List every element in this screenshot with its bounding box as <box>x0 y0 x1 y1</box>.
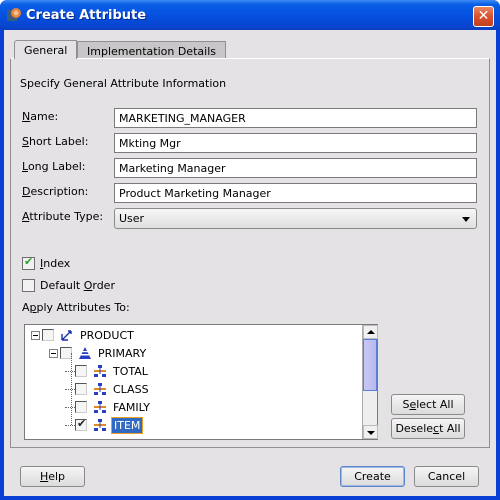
name-input[interactable]: MARKETING_MANAGER <box>114 108 477 128</box>
tree-node-class[interactable]: CLASS <box>65 381 151 397</box>
node-label: TOTAL <box>113 364 148 378</box>
tree-node-product[interactable]: PRODUCT <box>31 327 136 343</box>
scroll-up-button[interactable] <box>363 325 378 339</box>
cancel-button[interactable]: Cancel <box>414 466 479 487</box>
node-label: FAMILY <box>113 400 150 414</box>
tree-node-family[interactable]: FAMILY <box>65 399 152 415</box>
tree-node-total[interactable]: TOTAL <box>65 363 150 379</box>
attribute-tree: PRODUCT PRIMARY TOTAL CLASS FAMILY ✔ ITE… <box>24 324 378 440</box>
deselect-all-button[interactable]: Deselect All <box>391 418 465 439</box>
dimension-icon <box>61 330 72 341</box>
tree-checkbox[interactable]: ✔ <box>75 417 87 431</box>
tree-node-item[interactable]: ✔ ITEM <box>65 416 144 434</box>
level-icon <box>94 419 106 431</box>
name-label: Name: <box>22 110 59 123</box>
tree-connector <box>71 353 72 425</box>
create-attribute-dialog: Create Attribute ✕ General Implementatio… <box>0 0 500 500</box>
level-icon <box>94 365 106 377</box>
tree-checkbox[interactable] <box>75 401 87 413</box>
tree-connector <box>65 406 75 408</box>
help-button[interactable]: Help <box>20 466 85 487</box>
default-order-label: Default Order <box>40 279 115 292</box>
index-label: Index <box>40 257 71 270</box>
hierarchy-icon <box>79 347 91 359</box>
close-button[interactable]: ✕ <box>473 6 494 27</box>
checkmark-icon: ✔ <box>24 255 34 268</box>
short-label-input[interactable]: Mkting Mgr <box>114 133 477 153</box>
node-label: CLASS <box>113 382 149 396</box>
tree-connector <box>65 370 75 372</box>
description-input[interactable]: Product Marketing Manager <box>114 183 477 203</box>
tree-connector <box>65 388 75 390</box>
select-all-button[interactable]: Select All <box>391 394 465 415</box>
tab-implementation-details[interactable]: Implementation Details <box>77 41 226 59</box>
level-icon <box>94 383 106 395</box>
node-label-selected: ITEM <box>111 416 144 434</box>
level-icon <box>94 401 106 413</box>
panel-header: Specify General Attribute Information <box>20 77 227 90</box>
collapse-icon[interactable] <box>49 348 58 358</box>
create-button[interactable]: Create <box>340 466 405 487</box>
title-bar[interactable]: Create Attribute ✕ <box>0 0 500 30</box>
attribute-type-value: User <box>119 212 145 225</box>
tree-checkbox[interactable] <box>75 365 87 377</box>
dialog-body: General Implementation Details Specify G… <box>4 30 496 496</box>
tree-connector <box>65 424 75 426</box>
long-label-label: Long Label: <box>22 160 86 173</box>
checkmark-icon: ✔ <box>77 417 87 430</box>
index-checkbox[interactable]: ✔ <box>22 255 35 270</box>
scroll-thumb[interactable] <box>363 339 377 391</box>
tree-scrollbar[interactable] <box>362 325 378 439</box>
app-icon <box>7 8 21 21</box>
apply-attributes-label: Apply Attributes To: <box>22 301 130 314</box>
chevron-down-icon <box>462 217 470 222</box>
long-label-input[interactable]: Marketing Manager <box>114 158 477 178</box>
short-label-label: Short Label: <box>22 135 89 148</box>
collapse-icon[interactable] <box>31 330 40 340</box>
scroll-down-button[interactable] <box>363 425 378 439</box>
default-order-checkbox[interactable] <box>22 279 35 292</box>
attribute-type-select[interactable]: User <box>114 208 477 229</box>
arrow-down-icon <box>367 431 375 435</box>
attribute-type-label: Attribute Type: <box>22 210 104 223</box>
tab-general[interactable]: General <box>14 40 78 59</box>
tree-checkbox[interactable] <box>75 383 87 395</box>
tree-node-primary[interactable]: PRIMARY <box>49 345 148 361</box>
node-label: PRIMARY <box>98 346 147 360</box>
tree-checkbox[interactable] <box>42 329 54 341</box>
node-label: PRODUCT <box>80 328 134 342</box>
arrow-up-icon <box>367 330 375 334</box>
description-label: Description: <box>22 185 89 198</box>
window-title: Create Attribute <box>26 8 147 23</box>
